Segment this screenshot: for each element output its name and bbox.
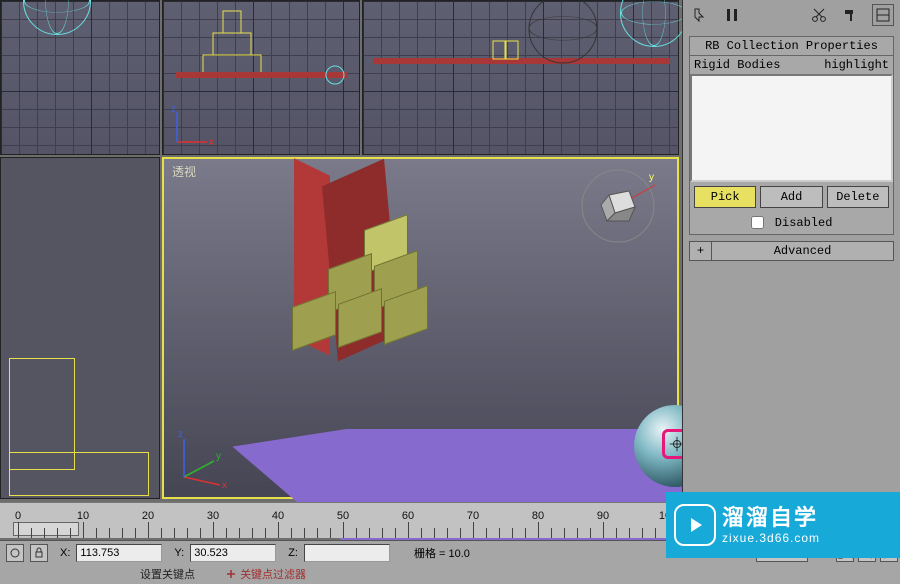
axis-gizmo-icon: x z	[169, 104, 215, 150]
timeline[interactable]: 0102030405060708090100	[0, 502, 678, 538]
z-label: Z:	[288, 547, 298, 559]
viewport-top-middle[interactable]: x z	[162, 0, 360, 155]
timeline-tick	[278, 522, 279, 538]
advanced-rollout[interactable]: + Advanced	[689, 241, 894, 261]
delete-button[interactable]: Delete	[827, 186, 889, 208]
disabled-checkbox[interactable]	[751, 216, 764, 229]
timeline-tick-label: 80	[532, 510, 544, 522]
svg-text:x: x	[209, 137, 214, 148]
z-coord-input[interactable]	[304, 544, 390, 562]
svg-text:y: y	[649, 172, 654, 183]
timeline-tick-label: 60	[402, 510, 414, 522]
timeline-tick	[148, 522, 149, 538]
viewport-top-right[interactable]	[362, 0, 679, 155]
rigid-bodies-header: Rigid Bodies	[690, 56, 792, 74]
cut-icon[interactable]	[808, 4, 830, 26]
timeline-tick	[603, 522, 604, 538]
y-coord-input[interactable]: 30.523	[190, 544, 276, 562]
x-label: X:	[60, 547, 70, 559]
panel-toolbar	[683, 0, 900, 30]
hammer-icon[interactable]	[840, 4, 862, 26]
timeline-tick-label: 30	[207, 510, 219, 522]
highlight-header: highlight	[792, 56, 894, 74]
expand-icon[interactable]: +	[690, 242, 712, 260]
timeline-tick-label: 70	[467, 510, 479, 522]
watermark-logo-icon	[674, 504, 716, 546]
lock-icon[interactable]	[30, 544, 48, 562]
axis-gizmo-icon: x y z	[170, 425, 236, 491]
timeline-tick	[213, 522, 214, 538]
watermark: 溜溜自学 zixue.3d66.com	[666, 492, 900, 558]
timeline-tick-label: 50	[337, 510, 349, 522]
timeline-tick	[343, 522, 344, 538]
y-label: Y:	[174, 547, 184, 559]
pick-button[interactable]: Pick	[694, 186, 756, 208]
svg-text:x: x	[222, 480, 227, 491]
timeline-tick	[473, 522, 474, 538]
timeline-tick	[83, 522, 84, 538]
watermark-title: 溜溜自学	[722, 505, 820, 531]
disabled-label: Disabled	[775, 216, 833, 230]
viewcube-icon[interactable]: y	[577, 165, 659, 247]
svg-text:y: y	[216, 451, 221, 462]
viewport-perspective[interactable]: 透视 y	[162, 157, 679, 499]
pin-icon[interactable]	[689, 4, 711, 26]
key-filters-label[interactable]: 关键点过滤器	[240, 569, 306, 581]
viewport-top-left[interactable]	[0, 0, 160, 155]
timeline-tick-label: 40	[272, 510, 284, 522]
add-button[interactable]: Add	[760, 186, 822, 208]
rb-collection-rollout: RB Collection Properties Rigid Bodies hi…	[689, 36, 894, 235]
timeline-tick-label: 0	[15, 510, 21, 522]
rigid-bodies-list[interactable]	[690, 74, 893, 182]
watermark-url: zixue.3d66.com	[722, 531, 820, 545]
selection-lock-icon[interactable]	[6, 544, 24, 562]
timeline-tick-label: 90	[597, 510, 609, 522]
timeline-tick	[18, 522, 19, 538]
pause-icon[interactable]	[721, 4, 743, 26]
config-icon[interactable]	[872, 4, 894, 26]
svg-text:z: z	[171, 104, 176, 115]
x-coord-input[interactable]: 113.753	[76, 544, 162, 562]
timeline-tick-label: 20	[142, 510, 154, 522]
advanced-label: Advanced	[712, 242, 893, 260]
timeline-tick	[408, 522, 409, 538]
set-key-label[interactable]: 设置关键点	[140, 566, 195, 582]
rollout-title: RB Collection Properties	[690, 37, 893, 56]
viewport-bottom-left[interactable]	[0, 157, 160, 499]
timeline-tick	[538, 522, 539, 538]
svg-text:z: z	[178, 429, 183, 440]
grid-label: 栅格 = 10.0	[414, 545, 470, 561]
timeline-tick-label: 10	[77, 510, 89, 522]
